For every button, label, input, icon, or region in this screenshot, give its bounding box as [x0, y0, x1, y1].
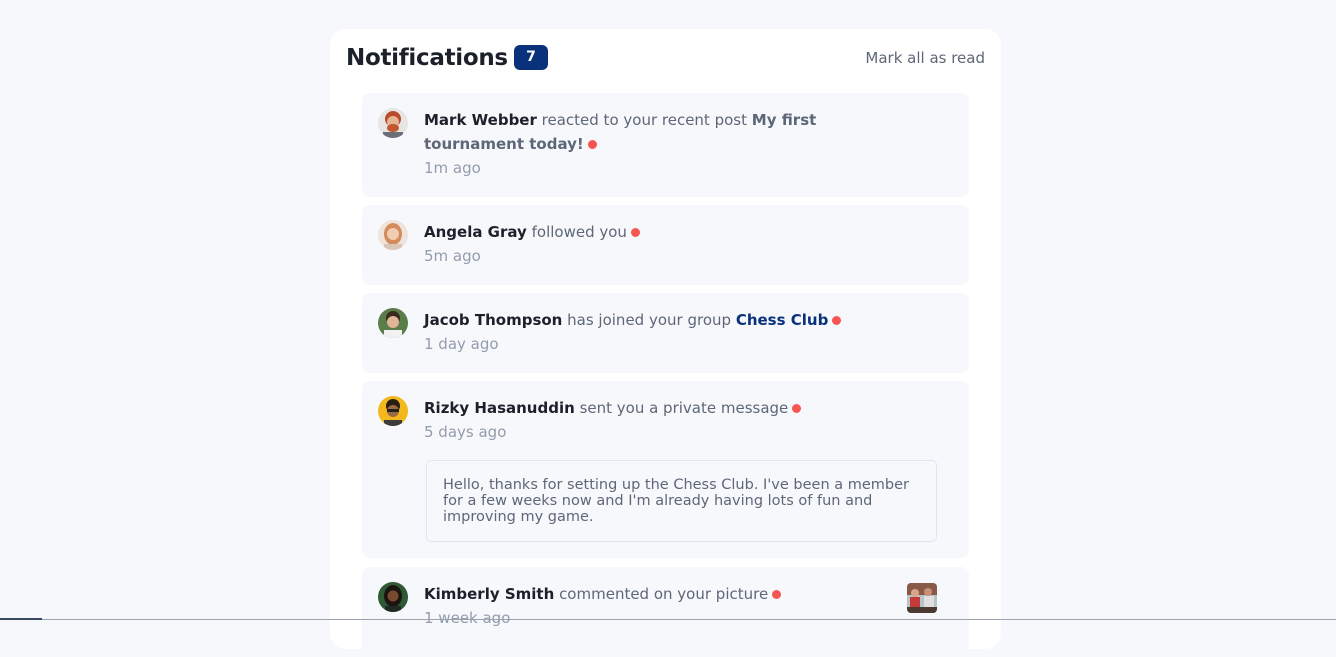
notification-item[interactable]: Jacob Thompson has joined your group Che…: [362, 293, 969, 373]
avatar-kimberly-smith-icon: [378, 582, 408, 612]
unread-dot-icon: [792, 404, 802, 413]
notification-text: Jacob Thompson has joined your group Che…: [424, 308, 909, 332]
unread-dot-icon: [587, 140, 597, 149]
notification-item[interactable]: Kimberly Smith commented on your picture…: [362, 567, 969, 657]
notification-time: 1 week ago: [424, 609, 511, 627]
avatar-mark-webber-icon: [378, 108, 408, 138]
notification-item[interactable]: Mark Webber reacted to your recent post …: [362, 93, 969, 197]
page-title: Notifications: [346, 45, 508, 71]
user-name[interactable]: Rizky Hasanuddin: [424, 399, 575, 417]
unread-count-badge: 7: [514, 45, 548, 70]
notification-text: Kimberly Smith commented on your picture: [424, 582, 909, 606]
avatar[interactable]: [378, 108, 408, 138]
notification-action: reacted to your recent post: [541, 111, 747, 129]
notifications-card: Notifications 7 Mark all as read Mark We…: [330, 29, 1001, 657]
notification-text: Mark Webber reacted to your recent post …: [424, 108, 909, 156]
notification-item[interactable]: Angela Gray followed you 5m ago: [362, 205, 969, 285]
group-link[interactable]: Chess Club: [736, 311, 829, 329]
notification-time: 1 day ago: [424, 335, 499, 353]
notification-text: Angela Gray followed you: [424, 220, 909, 244]
avatar[interactable]: [378, 308, 408, 338]
chess-picture-thumbnail-icon: [907, 583, 937, 613]
user-name[interactable]: Mark Webber: [424, 111, 537, 129]
commented-picture-thumbnail[interactable]: [907, 583, 937, 613]
notification-action: followed you: [531, 223, 627, 241]
user-name[interactable]: Jacob Thompson: [424, 311, 562, 329]
notifications-header: Notifications 7 Mark all as read: [346, 43, 985, 75]
private-message-box[interactable]: Hello, thanks for setting up the Chess C…: [426, 460, 937, 542]
notification-item[interactable]: Rizky Hasanuddin sent you a private mess…: [362, 381, 969, 558]
avatar[interactable]: [378, 396, 408, 426]
avatar-rizky-hasanuddin-icon: [378, 396, 408, 426]
notification-time: 5m ago: [424, 247, 481, 265]
notification-text: Rizky Hasanuddin sent you a private mess…: [424, 396, 909, 420]
avatar-angela-gray-icon: [378, 220, 408, 250]
notification-time: 5 days ago: [424, 423, 507, 441]
notification-action: commented on your picture: [559, 585, 769, 603]
avatar[interactable]: [378, 582, 408, 612]
unread-dot-icon: [772, 590, 782, 599]
notification-action: has joined your group: [567, 311, 732, 329]
user-name[interactable]: Angela Gray: [424, 223, 527, 241]
avatar[interactable]: [378, 220, 408, 250]
user-name[interactable]: Kimberly Smith: [424, 585, 554, 603]
unread-dot-icon: [630, 228, 640, 237]
notification-action: sent you a private message: [579, 399, 789, 417]
avatar-jacob-thompson-icon: [378, 308, 408, 338]
notification-time: 1m ago: [424, 159, 481, 177]
unread-dot-icon: [832, 316, 842, 325]
mark-all-read-button[interactable]: Mark all as read: [865, 47, 985, 69]
